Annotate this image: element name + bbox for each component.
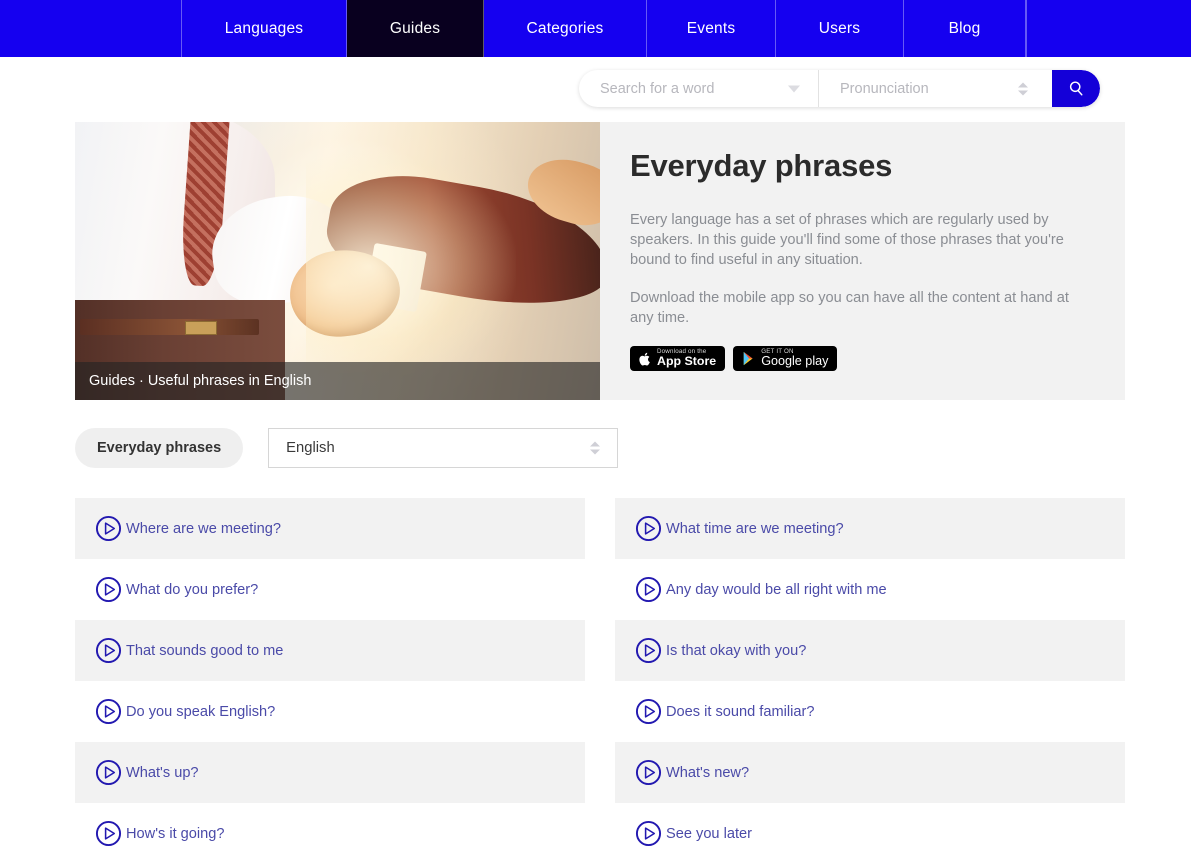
list-item[interactable]: What time are we meeting?: [615, 498, 1125, 559]
nav-item-label: Blog: [948, 19, 981, 37]
nav-item-users[interactable]: Users: [776, 0, 904, 57]
phrase-label: What do you prefer?: [126, 581, 259, 598]
play-circle-icon[interactable]: [95, 698, 122, 725]
google-play-label: GET IT ON Google play: [761, 348, 829, 368]
apple-icon: [639, 352, 650, 365]
play-circle-icon[interactable]: [635, 576, 662, 603]
phrase-label: Is that okay with you?: [666, 642, 807, 659]
phrase-column-left: Where are we meeting? What do you prefer…: [75, 498, 585, 864]
phrase-label: Does it sound familiar?: [666, 703, 815, 720]
app-store-badges: Download on the App Store GET IT ON Goog…: [630, 346, 1095, 371]
play-circle-icon[interactable]: [95, 820, 122, 847]
guide-pill-label: Everyday phrases: [97, 440, 222, 456]
play-circle-icon[interactable]: [95, 515, 122, 542]
hero-section: Guides · Useful phrases in English Every…: [75, 122, 1125, 400]
nav-left-spacer: [0, 0, 182, 57]
list-item[interactable]: How's it going?: [75, 803, 585, 864]
language-select[interactable]: English: [268, 428, 619, 468]
app-store-mainlabel: App Store: [657, 354, 717, 369]
phrase-label: What time are we meeting?: [666, 520, 844, 537]
phrase-lists: Where are we meeting? What do you prefer…: [75, 498, 1125, 864]
main-navigation: Languages Guides Categories Events Users…: [0, 0, 1191, 57]
list-item[interactable]: What's new?: [615, 742, 1125, 803]
phrase-column-right: What time are we meeting? Any day would …: [615, 498, 1125, 864]
search-icon: [1069, 81, 1082, 96]
search-input[interactable]: Search for a word: [579, 70, 819, 107]
google-play-mainlabel: Google play: [761, 353, 829, 368]
nav-item-label: Languages: [224, 19, 304, 37]
hero-caption-text: Guides · Useful phrases in English: [89, 373, 312, 389]
nav-item-label: Events: [686, 19, 736, 37]
guide-pill[interactable]: Everyday phrases: [75, 428, 244, 468]
play-circle-icon[interactable]: [95, 637, 122, 664]
play-circle-icon[interactable]: [635, 637, 662, 664]
hero-description: Every language has a set of phrases whic…: [630, 212, 1064, 268]
hero-text-panel: Everyday phrases Every language has a se…: [600, 122, 1125, 400]
hero-image: Guides · Useful phrases in English: [75, 122, 600, 400]
list-item[interactable]: See you later: [615, 803, 1125, 864]
play-circle-icon[interactable]: [635, 759, 662, 786]
play-circle-icon[interactable]: [635, 515, 662, 542]
phrase-label: See you later: [666, 825, 752, 842]
play-circle-icon[interactable]: [635, 820, 662, 847]
list-item[interactable]: That sounds good to me: [75, 620, 585, 681]
nav-item-label: Guides: [389, 19, 441, 37]
page-title: Everyday phrases: [630, 148, 893, 183]
phrase-label: Do you speak English?: [126, 703, 276, 720]
play-circle-icon[interactable]: [95, 759, 122, 786]
pronunciation-input-placeholder: Pronunciation: [840, 80, 929, 97]
phrase-label: What's new?: [666, 764, 750, 781]
app-store-label: Download on the App Store: [657, 348, 717, 369]
search-button[interactable]: [1052, 70, 1100, 107]
nav-item-guides[interactable]: Guides: [347, 0, 484, 57]
nav-item-events[interactable]: Events: [647, 0, 776, 57]
list-item[interactable]: Where are we meeting?: [75, 498, 585, 559]
chevron-down-icon[interactable]: [788, 85, 800, 92]
list-item[interactable]: Does it sound familiar?: [615, 681, 1125, 742]
nav-item-blog[interactable]: Blog: [904, 0, 1026, 57]
nav-item-label: Users: [818, 19, 861, 37]
list-item[interactable]: Do you speak English?: [75, 681, 585, 742]
phrase-label: What's up?: [126, 764, 199, 781]
google-play-button[interactable]: GET IT ON Google play: [733, 346, 838, 371]
spinner-updown-icon[interactable]: [1018, 82, 1028, 95]
search-bar: Search for a word Pronunciation: [579, 70, 1100, 107]
nav-item-label: Categories: [526, 19, 604, 37]
hero-app-promo: Download the mobile app so you can have …: [630, 290, 1069, 326]
google-play-icon: [743, 351, 753, 366]
phrase-label: That sounds good to me: [126, 642, 284, 659]
phrase-label: Where are we meeting?: [126, 520, 281, 537]
list-item[interactable]: Is that okay with you?: [615, 620, 1125, 681]
pronunciation-input[interactable]: Pronunciation: [819, 70, 1052, 107]
nav-right-spacer: [1026, 0, 1191, 57]
phrase-label: How's it going?: [126, 825, 225, 842]
play-circle-icon[interactable]: [635, 698, 662, 725]
list-item[interactable]: Any day would be all right with me: [615, 559, 1125, 620]
nav-item-languages[interactable]: Languages: [182, 0, 347, 57]
language-select-value: English: [286, 440, 335, 456]
list-item[interactable]: What's up?: [75, 742, 585, 803]
search-input-placeholder: Search for a word: [600, 80, 715, 97]
play-circle-icon[interactable]: [95, 576, 122, 603]
filter-row: Everyday phrases English: [75, 428, 1125, 468]
hero-image-caption: Guides · Useful phrases in English: [75, 362, 600, 400]
list-item[interactable]: What do you prefer?: [75, 559, 585, 620]
nav-item-categories[interactable]: Categories: [484, 0, 647, 57]
app-store-button[interactable]: Download on the App Store: [630, 346, 726, 371]
phrase-label: Any day would be all right with me: [666, 581, 887, 598]
spinner-updown-icon[interactable]: [590, 441, 601, 455]
